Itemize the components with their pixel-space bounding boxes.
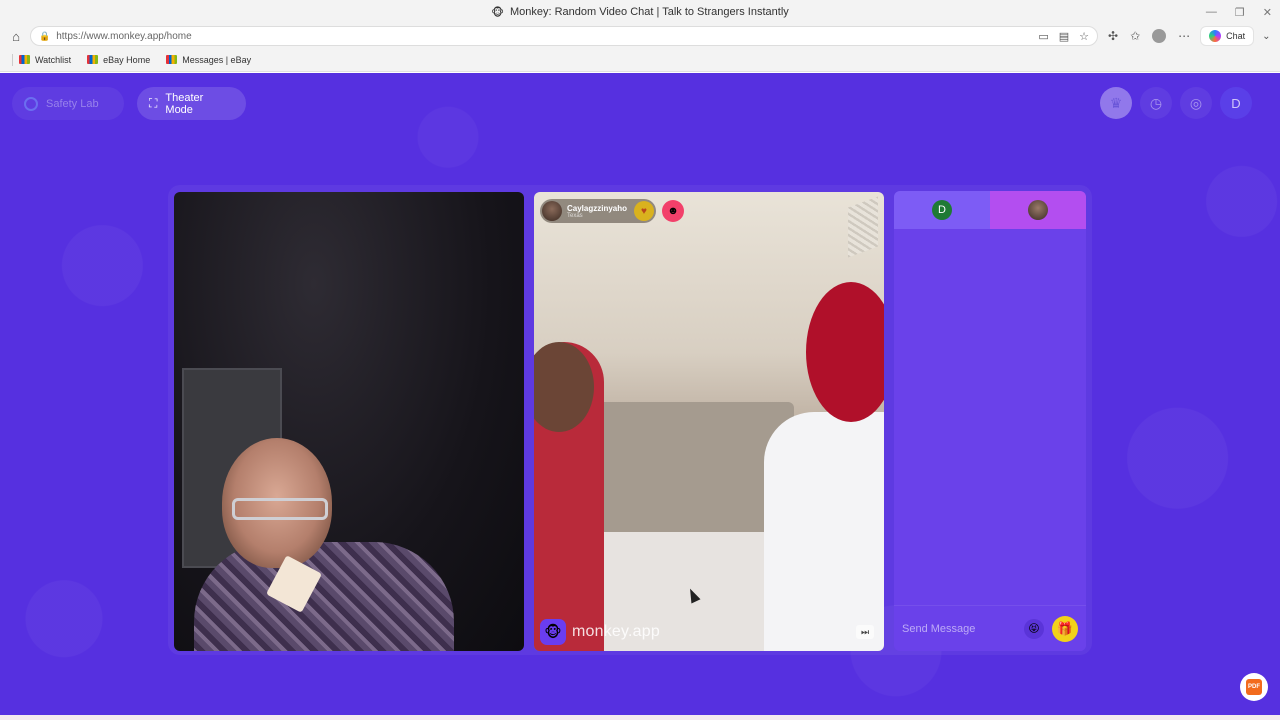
stranger-tab-avatar — [1028, 200, 1048, 220]
local-person-glasses — [232, 498, 328, 520]
stranger-text: Caylagzzinyaho Texas — [567, 204, 627, 219]
favorites-icon[interactable]: ✩ — [1130, 29, 1140, 43]
tab-stranger[interactable] — [990, 191, 1086, 229]
stranger-location: Texas — [567, 212, 583, 219]
chevron-down-icon[interactable]: ⌄ — [1262, 31, 1270, 42]
monkey-page: Safety Lab ⛶ Theater Mode ♛ ◷ ◎ D Caylag… — [0, 73, 1280, 715]
copilot-label: Chat — [1226, 31, 1246, 41]
top-right-actions: ♛ ◷ ◎ D — [1100, 87, 1252, 119]
expand-icon: ⛶ — [149, 96, 158, 110]
chat-tabs: D — [894, 191, 1086, 229]
copilot-icon — [1209, 30, 1222, 42]
chat-panel: D Send Message 😝 🎁 — [894, 191, 1086, 651]
stranger-avatar — [542, 201, 562, 221]
bookmarks-bar: Watchlist eBay Home Messages | eBay — [0, 48, 1280, 72]
stranger-info-chip[interactable]: Caylagzzinyaho Texas ♥ — [540, 199, 656, 223]
window-controls: — ❐ ✕ — [1206, 0, 1272, 24]
send-message-input[interactable]: Send Message — [902, 623, 1024, 635]
profile-icon[interactable] — [1152, 29, 1167, 43]
bookmark-watchlist[interactable]: Watchlist — [19, 55, 71, 65]
bookmarks-divider — [12, 53, 13, 66]
extensions-icon[interactable]: ✣ — [1108, 29, 1118, 43]
lock-icon: 🔒 — [39, 30, 51, 41]
chat-input-bar: Send Message 😝 🎁 — [894, 605, 1086, 651]
monkey-logo-icon: 🐵 — [540, 619, 566, 645]
ebay-icon — [166, 55, 178, 64]
window-title: Monkey: Random Video Chat | Talk to Stra… — [509, 6, 789, 18]
bookmark-label: Watchlist — [35, 54, 72, 65]
theater-mode-label: Theater Mode — [165, 91, 204, 116]
url-text: https://www.monkey.app/home — [56, 30, 192, 42]
copilot-chat-button[interactable]: Chat — [1200, 26, 1255, 46]
url-actions: ▭ ▤ ☆ — [1038, 27, 1089, 45]
chat-messages — [894, 229, 1086, 603]
safety-lab-button[interactable]: Safety Lab — [12, 87, 124, 120]
gift-icon[interactable]: 🎁 — [1052, 615, 1078, 642]
stranger-name: Caylagzzinyaho — [567, 203, 628, 213]
remote-person-bonnet — [806, 282, 884, 422]
tab-self[interactable]: D — [894, 191, 990, 229]
ceiling-vent — [848, 196, 878, 258]
monkey-watermark: 🐵 monkey.app — [540, 619, 660, 645]
remote-video: Caylagzzinyaho Texas ♥ ☻ 🐵 monkey.app ⏭ — [534, 192, 884, 651]
ebay-icon — [87, 55, 99, 64]
local-person-shirt — [194, 542, 454, 651]
video-chat-stage: Caylagzzinyaho Texas ♥ ☻ 🐵 monkey.app ⏭ … — [168, 185, 1092, 655]
bottom-strip — [0, 715, 1280, 720]
camera-icon[interactable]: ▭ — [1038, 30, 1048, 43]
close-icon[interactable]: ✕ — [1263, 6, 1272, 19]
reader-icon[interactable]: ▤ — [1059, 30, 1069, 43]
pdf-icon: PDF — [1246, 679, 1262, 695]
bookmark-label: eBay Home — [103, 54, 151, 65]
watermark-text: monkey.app — [572, 623, 660, 640]
messages-icon[interactable]: ◎ — [1180, 87, 1212, 119]
minimize-icon[interactable]: — — [1206, 6, 1217, 18]
bookmark-messages-ebay[interactable]: Messages | eBay — [166, 55, 251, 65]
theater-mode-button[interactable]: ⛶ Theater Mode — [137, 87, 246, 120]
home-icon[interactable]: ⌂ — [6, 26, 26, 46]
monkey-favicon-icon: 🐵 — [491, 6, 504, 19]
ebay-icon — [19, 55, 30, 64]
shield-icon — [24, 96, 38, 111]
browser-toolbar: ✣ ✩ ⋯ — [1108, 29, 1190, 43]
local-video — [174, 192, 524, 651]
report-badge-icon[interactable]: ☻ — [662, 200, 684, 222]
emoji-icon[interactable]: 😝 — [1024, 618, 1044, 639]
self-avatar: D — [932, 200, 952, 220]
address-row: ⌂ 🔒 https://www.monkey.app/home ▭ ▤ ☆ ✣ … — [0, 24, 1280, 48]
history-clock-icon[interactable]: ◷ — [1140, 87, 1172, 119]
bookmark-label: Messages | eBay — [182, 54, 252, 65]
pdf-button[interactable]: PDF — [1240, 673, 1268, 701]
skip-icon[interactable]: ⏭ — [856, 625, 874, 639]
favorite-star-icon[interactable]: ☆ — [1079, 30, 1089, 43]
remote-person-right — [764, 412, 884, 651]
heart-icon[interactable]: ♥ — [634, 201, 654, 221]
bookmark-ebay-home[interactable]: eBay Home — [87, 55, 150, 65]
more-menu-icon[interactable]: ⋯ — [1178, 29, 1190, 43]
crown-icon[interactable]: ♛ — [1100, 87, 1132, 119]
safety-lab-label: Safety Lab — [46, 97, 99, 110]
browser-titlebar: 🐵 Monkey: Random Video Chat | Talk to St… — [0, 0, 1280, 24]
restore-icon[interactable]: ❐ — [1235, 6, 1245, 19]
address-bar[interactable]: 🔒 https://www.monkey.app/home ▭ ▤ ☆ — [30, 26, 1098, 46]
account-avatar[interactable]: D — [1220, 87, 1252, 119]
